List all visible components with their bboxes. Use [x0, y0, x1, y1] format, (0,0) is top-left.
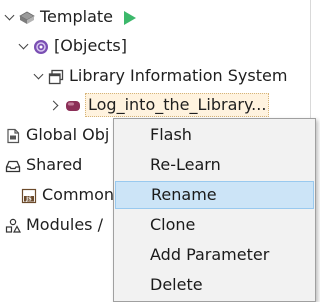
menu-item-delete[interactable]: Delete: [115, 271, 314, 299]
chevron-right-icon[interactable]: [50, 93, 62, 117]
menu-item-flash[interactable]: Flash: [115, 121, 314, 149]
tree-item-label: Log_into_the_Library...: [85, 93, 270, 117]
tree-item-common[interactable]: JS Common: [21, 183, 114, 207]
tree-item-label: Library Information System: [69, 66, 288, 85]
tree-item-log-into-the-library[interactable]: Log_into_the_Library...: [50, 93, 270, 117]
modules-icon: [5, 217, 22, 233]
template-icon: [19, 9, 35, 25]
tree-item-objects[interactable]: [Objects]: [18, 34, 127, 58]
js-badge-text: JS: [25, 197, 32, 203]
tree-item-label: Common: [42, 185, 115, 204]
chevron-down-icon[interactable]: [18, 34, 30, 58]
context-menu: Flash Re-Learn Rename Clone Add Paramete…: [113, 118, 316, 302]
document-icon: [5, 127, 21, 144]
tree-item-label: Global Obj: [26, 125, 110, 144]
chevron-down-icon[interactable]: [4, 5, 16, 29]
tree-item-label: Template: [40, 7, 114, 26]
tree-item-shared[interactable]: Shared: [5, 153, 82, 177]
menu-item-add-parameter[interactable]: Add Parameter: [115, 241, 314, 269]
objects-icon: [33, 38, 49, 54]
tree-item-global-objects[interactable]: Global Obj: [5, 123, 109, 147]
menu-item-rename[interactable]: Rename: [115, 181, 314, 209]
page-object-icon: [65, 97, 81, 113]
play-icon[interactable]: [121, 9, 137, 25]
chevron-down-icon[interactable]: [33, 64, 45, 88]
shared-icon: [5, 157, 21, 173]
tree-item-template[interactable]: Template: [4, 5, 142, 29]
tree-item-label: Shared: [26, 155, 83, 174]
tree-item-label: [Objects]: [54, 36, 127, 55]
menu-item-re-learn[interactable]: Re-Learn: [115, 151, 314, 179]
menu-item-clone[interactable]: Clone: [115, 211, 314, 239]
tree-item-library-information-system[interactable]: Library Information System: [33, 64, 287, 88]
js-file-icon: JS: [21, 187, 37, 204]
window-icon: [48, 68, 64, 85]
tree-item-label: Modules /: [26, 215, 103, 234]
tree-item-modules[interactable]: Modules /: [5, 213, 103, 237]
